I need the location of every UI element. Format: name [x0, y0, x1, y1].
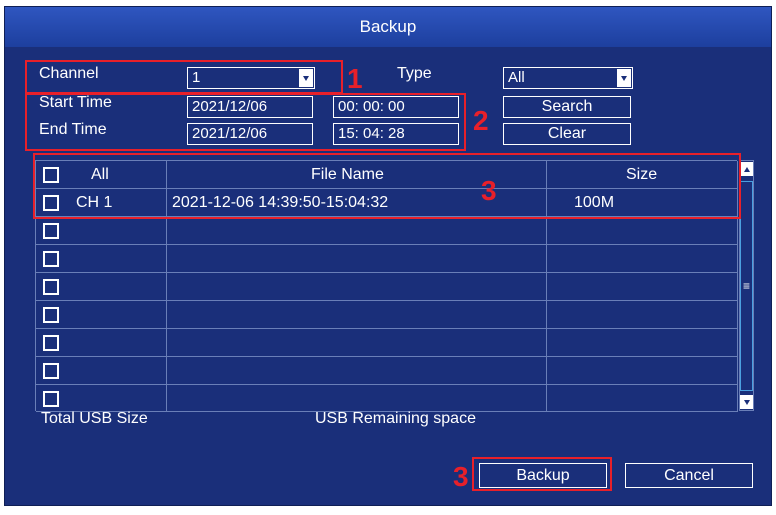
- table-row[interactable]: [36, 385, 738, 413]
- row-checkbox[interactable]: [43, 251, 59, 267]
- search-button[interactable]: Search: [503, 96, 631, 118]
- scroll-thumb[interactable]: ≡: [740, 181, 753, 391]
- row-checkbox[interactable]: [43, 279, 59, 295]
- table-row[interactable]: [36, 217, 738, 245]
- annotation-box-3: [33, 153, 741, 219]
- table-row[interactable]: [36, 357, 738, 385]
- usb-remaining-space-label: USB Remaining space: [315, 410, 476, 427]
- annotation-box-2: [25, 93, 466, 151]
- row-checkbox[interactable]: [43, 335, 59, 351]
- annotation-number-1: 1: [347, 63, 363, 94]
- cancel-button[interactable]: Cancel: [625, 463, 753, 488]
- annotation-number-3-backup: 3: [453, 461, 469, 492]
- row-checkbox[interactable]: [43, 391, 59, 407]
- table-row[interactable]: [36, 273, 738, 301]
- type-label: Type: [397, 65, 432, 82]
- table-scrollbar[interactable]: ≡: [739, 160, 754, 411]
- annotation-box-1: [25, 60, 343, 94]
- grip-icon: ≡: [742, 279, 750, 293]
- row-checkbox[interactable]: [43, 307, 59, 323]
- row-checkbox[interactable]: [43, 363, 59, 379]
- table-row[interactable]: [36, 301, 738, 329]
- scroll-up-icon[interactable]: [740, 162, 753, 176]
- total-usb-size-label: Total USB Size: [41, 410, 148, 427]
- row-checkbox[interactable]: [43, 223, 59, 239]
- table-row[interactable]: [36, 329, 738, 357]
- type-select[interactable]: All: [503, 67, 633, 89]
- annotation-box-3b: [472, 457, 612, 491]
- table-row[interactable]: [36, 245, 738, 273]
- backup-dialog: Backup Channel 1 Type All Start Time 202…: [4, 6, 772, 506]
- type-value: All: [508, 69, 525, 86]
- chevron-down-icon: [617, 69, 631, 87]
- dialog-title: Backup: [5, 7, 771, 47]
- clear-button[interactable]: Clear: [503, 123, 631, 145]
- annotation-number-3: 3: [481, 175, 497, 206]
- annotation-number-2: 2: [473, 105, 489, 136]
- scroll-down-icon[interactable]: [740, 395, 753, 409]
